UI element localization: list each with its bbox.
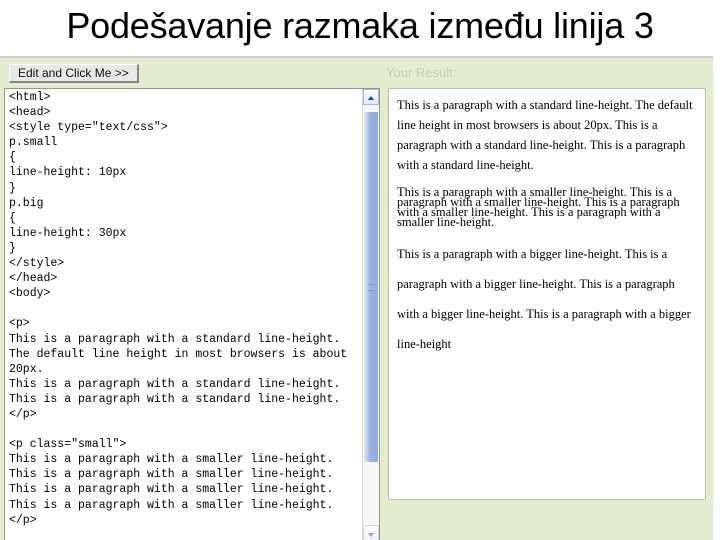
code-textarea[interactable]: <html> <head> <style type="text/css"> p.… [9,90,357,540]
scroll-up-arrow-icon[interactable] [363,89,379,105]
result-paragraph-small: This is a paragraph with a smaller line-… [397,185,680,229]
result-preview-pane: This is a paragraph with a standard line… [388,88,706,500]
result-paragraph-big: This is a paragraph with a bigger line-h… [397,247,691,351]
result-caption-label: Your Result: [386,65,457,80]
code-vertical-scrollbar[interactable] [362,89,379,540]
scrollbar-thumb[interactable] [363,111,379,463]
tryit-editor-widget: Edit and Click Me >> Your Result: <html>… [0,56,713,540]
result-paragraph-standard: This is a paragraph with a standard line… [397,98,693,172]
code-editor-pane[interactable]: <html> <head> <style type="text/css"> p.… [4,88,380,540]
editor-toolbar: Edit and Click Me >> Your Result: [0,58,713,88]
right-gutter [713,56,720,540]
edit-and-click-me-button[interactable]: Edit and Click Me >> [9,64,139,83]
presentation-slide: Podešavanje razmaka između linija 3 Edit… [0,0,720,540]
scroll-down-arrow-icon[interactable] [363,525,379,540]
page-title: Podešavanje razmaka između linija 3 [66,5,654,46]
